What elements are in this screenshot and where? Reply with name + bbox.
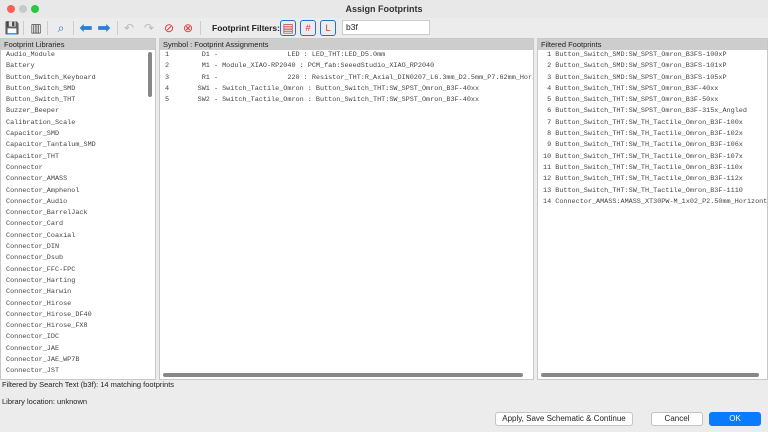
library-item[interactable]: Capacitor_THT	[1, 152, 155, 163]
library-item[interactable]: Connector_Hirose_DF40	[1, 310, 155, 321]
libraries-scrollbar[interactable]	[148, 52, 152, 97]
footprint-filters-label: Footprint Filters:	[212, 23, 280, 33]
assignments-header: Symbol : Footprint Assignments	[160, 39, 533, 50]
library-item[interactable]: Connector_Coaxial	[1, 231, 155, 242]
library-item[interactable]: Connector_IDC	[1, 332, 155, 343]
footprint-item[interactable]: 8 Button_Switch_THT:SW_TH_Tactile_Omron_…	[538, 129, 767, 140]
footprint-item[interactable]: 2 Button_Switch_SMD:SW_SPST_Omron_B3FS-1…	[538, 61, 767, 72]
redo-icon[interactable]: ↷	[141, 20, 157, 36]
footprint-item[interactable]: 13 Button_Switch_THT:SW_TH_Tactile_Omron…	[538, 186, 767, 197]
library-item[interactable]: Button_Switch_SMD	[1, 84, 155, 95]
library-item[interactable]: Connector_Harwin	[1, 287, 155, 298]
library-item[interactable]: Buzzer_Beeper	[1, 106, 155, 117]
library-item[interactable]: Button_Switch_Keyboard	[1, 73, 155, 84]
library-item[interactable]: Battery	[1, 61, 155, 72]
library-item[interactable]: Connector_Audio	[1, 197, 155, 208]
library-item[interactable]: Button_Switch_THT	[1, 95, 155, 106]
filtered-footprints-panel: Filtered Footprints 1 Button_Switch_SMD:…	[537, 38, 768, 380]
library-item[interactable]: Connector_AMASS	[1, 174, 155, 185]
ok-button[interactable]: OK	[709, 412, 761, 426]
footprint-item[interactable]: 10 Button_Switch_THT:SW_TH_Tactile_Omron…	[538, 152, 767, 163]
footprint-item[interactable]: 1 Button_Switch_SMD:SW_SPST_Omron_B3FS-1…	[538, 50, 767, 61]
close-window-button[interactable]	[7, 5, 15, 13]
library-item[interactable]: Capacitor_Tantalum_SMD	[1, 140, 155, 151]
footprint-item[interactable]: 4 Button_Switch_THT:SW_SPST_Omron_B3F-40…	[538, 84, 767, 95]
title-bar: Assign Footprints	[0, 0, 768, 18]
assignments-scrollbar[interactable]	[163, 373, 523, 377]
library-manager-icon[interactable]: ▥	[28, 20, 44, 36]
library-item[interactable]: Connector_JAE_WP7B	[1, 355, 155, 366]
library-item[interactable]: Connector_Dsub	[1, 253, 155, 264]
next-arrow-icon[interactable]: ➡	[96, 20, 112, 37]
minimize-window-button[interactable]	[19, 5, 27, 13]
assignments-panel: Symbol : Footprint Assignments 1 D1 - LE…	[159, 38, 534, 380]
library-item[interactable]: Connector	[1, 163, 155, 174]
auto-associate-icon[interactable]: ⊘	[161, 20, 177, 36]
library-item[interactable]: Connector_JST	[1, 366, 155, 377]
filter-by-pin-count-icon[interactable]: #	[300, 20, 316, 36]
library-item[interactable]: Connector_Amphenol	[1, 186, 155, 197]
save-icon[interactable]: 💾	[4, 20, 20, 36]
library-item[interactable]: Connector_Hirose	[1, 299, 155, 310]
assignment-row[interactable]: 3 R1 - 220 : Resistor_THT:R_Axial_DIN020…	[160, 73, 533, 84]
apply-save-continue-button[interactable]: Apply, Save Schematic & Continue	[495, 412, 633, 426]
footprint-item[interactable]: 14 Connector_AMASS:AMASS_XT30PW-M_1x02_P…	[538, 197, 767, 208]
assignment-row[interactable]: 2 M1 - Module_XIAO-RP2040 : PCM_fab:Seee…	[160, 61, 533, 72]
footprint-search-input[interactable]: b3f	[342, 20, 430, 35]
toolbar: 💾 ▥ ⌕ ⬅ ➡ ↶ ↷ ⊘ ⊗ Footprint Filters: ▤ #…	[0, 18, 768, 38]
filter-status: Filtered by Search Text (b3f): 14 matchi…	[2, 380, 175, 389]
window-title: Assign Footprints	[345, 4, 423, 14]
previous-arrow-icon[interactable]: ⬅	[78, 20, 94, 37]
filtered-header: Filtered Footprints	[538, 39, 767, 50]
assignment-row[interactable]: 1 D1 - LED : LED_THT:LED_D5.0mm	[160, 50, 533, 61]
libraries-header: Footprint Libraries	[1, 39, 155, 50]
footprint-item[interactable]: 9 Button_Switch_THT:SW_TH_Tactile_Omron_…	[538, 140, 767, 151]
footprint-item[interactable]: 6 Button_Switch_THT:SW_SPST_Omron_B3F-31…	[538, 106, 767, 117]
library-item[interactable]: Capacitor_SMD	[1, 129, 155, 140]
cancel-button[interactable]: Cancel	[651, 412, 703, 426]
library-item[interactable]: Connector_BarrelJack	[1, 208, 155, 219]
library-item[interactable]: Connector_Harting	[1, 276, 155, 287]
library-item[interactable]: Connector_Card	[1, 219, 155, 230]
library-location: Library location: unknown	[2, 397, 88, 406]
assignment-row[interactable]: 4 SW1 - Switch_Tactile_Omron : Button_Sw…	[160, 84, 533, 95]
library-item[interactable]: Connector_FFC-FPC	[1, 265, 155, 276]
delete-associations-icon[interactable]: ⊗	[180, 20, 196, 36]
undo-icon[interactable]: ↶	[121, 20, 137, 36]
footprint-libraries-panel: Footprint Libraries Audio_Module Battery B…	[0, 38, 156, 380]
footprint-item[interactable]: 5 Button_Switch_THT:SW_SPST_Omron_B3F-50…	[538, 95, 767, 106]
filter-by-keywords-icon[interactable]: ▤	[280, 20, 296, 36]
filtered-scrollbar[interactable]	[541, 373, 759, 377]
footprint-item[interactable]: 12 Button_Switch_THT:SW_TH_Tactile_Omron…	[538, 174, 767, 185]
library-item[interactable]: Connector_JAE	[1, 344, 155, 355]
footprint-item[interactable]: 7 Button_Switch_THT:SW_TH_Tactile_Omron_…	[538, 118, 767, 129]
footprint-viewer-icon[interactable]: ⌕	[53, 20, 69, 36]
filter-by-library-icon[interactable]: L	[320, 20, 336, 36]
library-item[interactable]: Connector_Hirose_FX8	[1, 321, 155, 332]
library-item[interactable]: Audio_Module	[1, 50, 155, 61]
footprint-item[interactable]: 3 Button_Switch_SMD:SW_SPST_Omron_B3FS-1…	[538, 73, 767, 84]
footprint-item[interactable]: 11 Button_Switch_THT:SW_TH_Tactile_Omron…	[538, 163, 767, 174]
assignment-row[interactable]: 5 SW2 - Switch_Tactile_Omron : Button_Sw…	[160, 95, 533, 106]
maximize-window-button[interactable]	[31, 5, 39, 13]
library-item[interactable]: Calibration_Scale	[1, 118, 155, 129]
library-item[interactable]: Connector_DIN	[1, 242, 155, 253]
